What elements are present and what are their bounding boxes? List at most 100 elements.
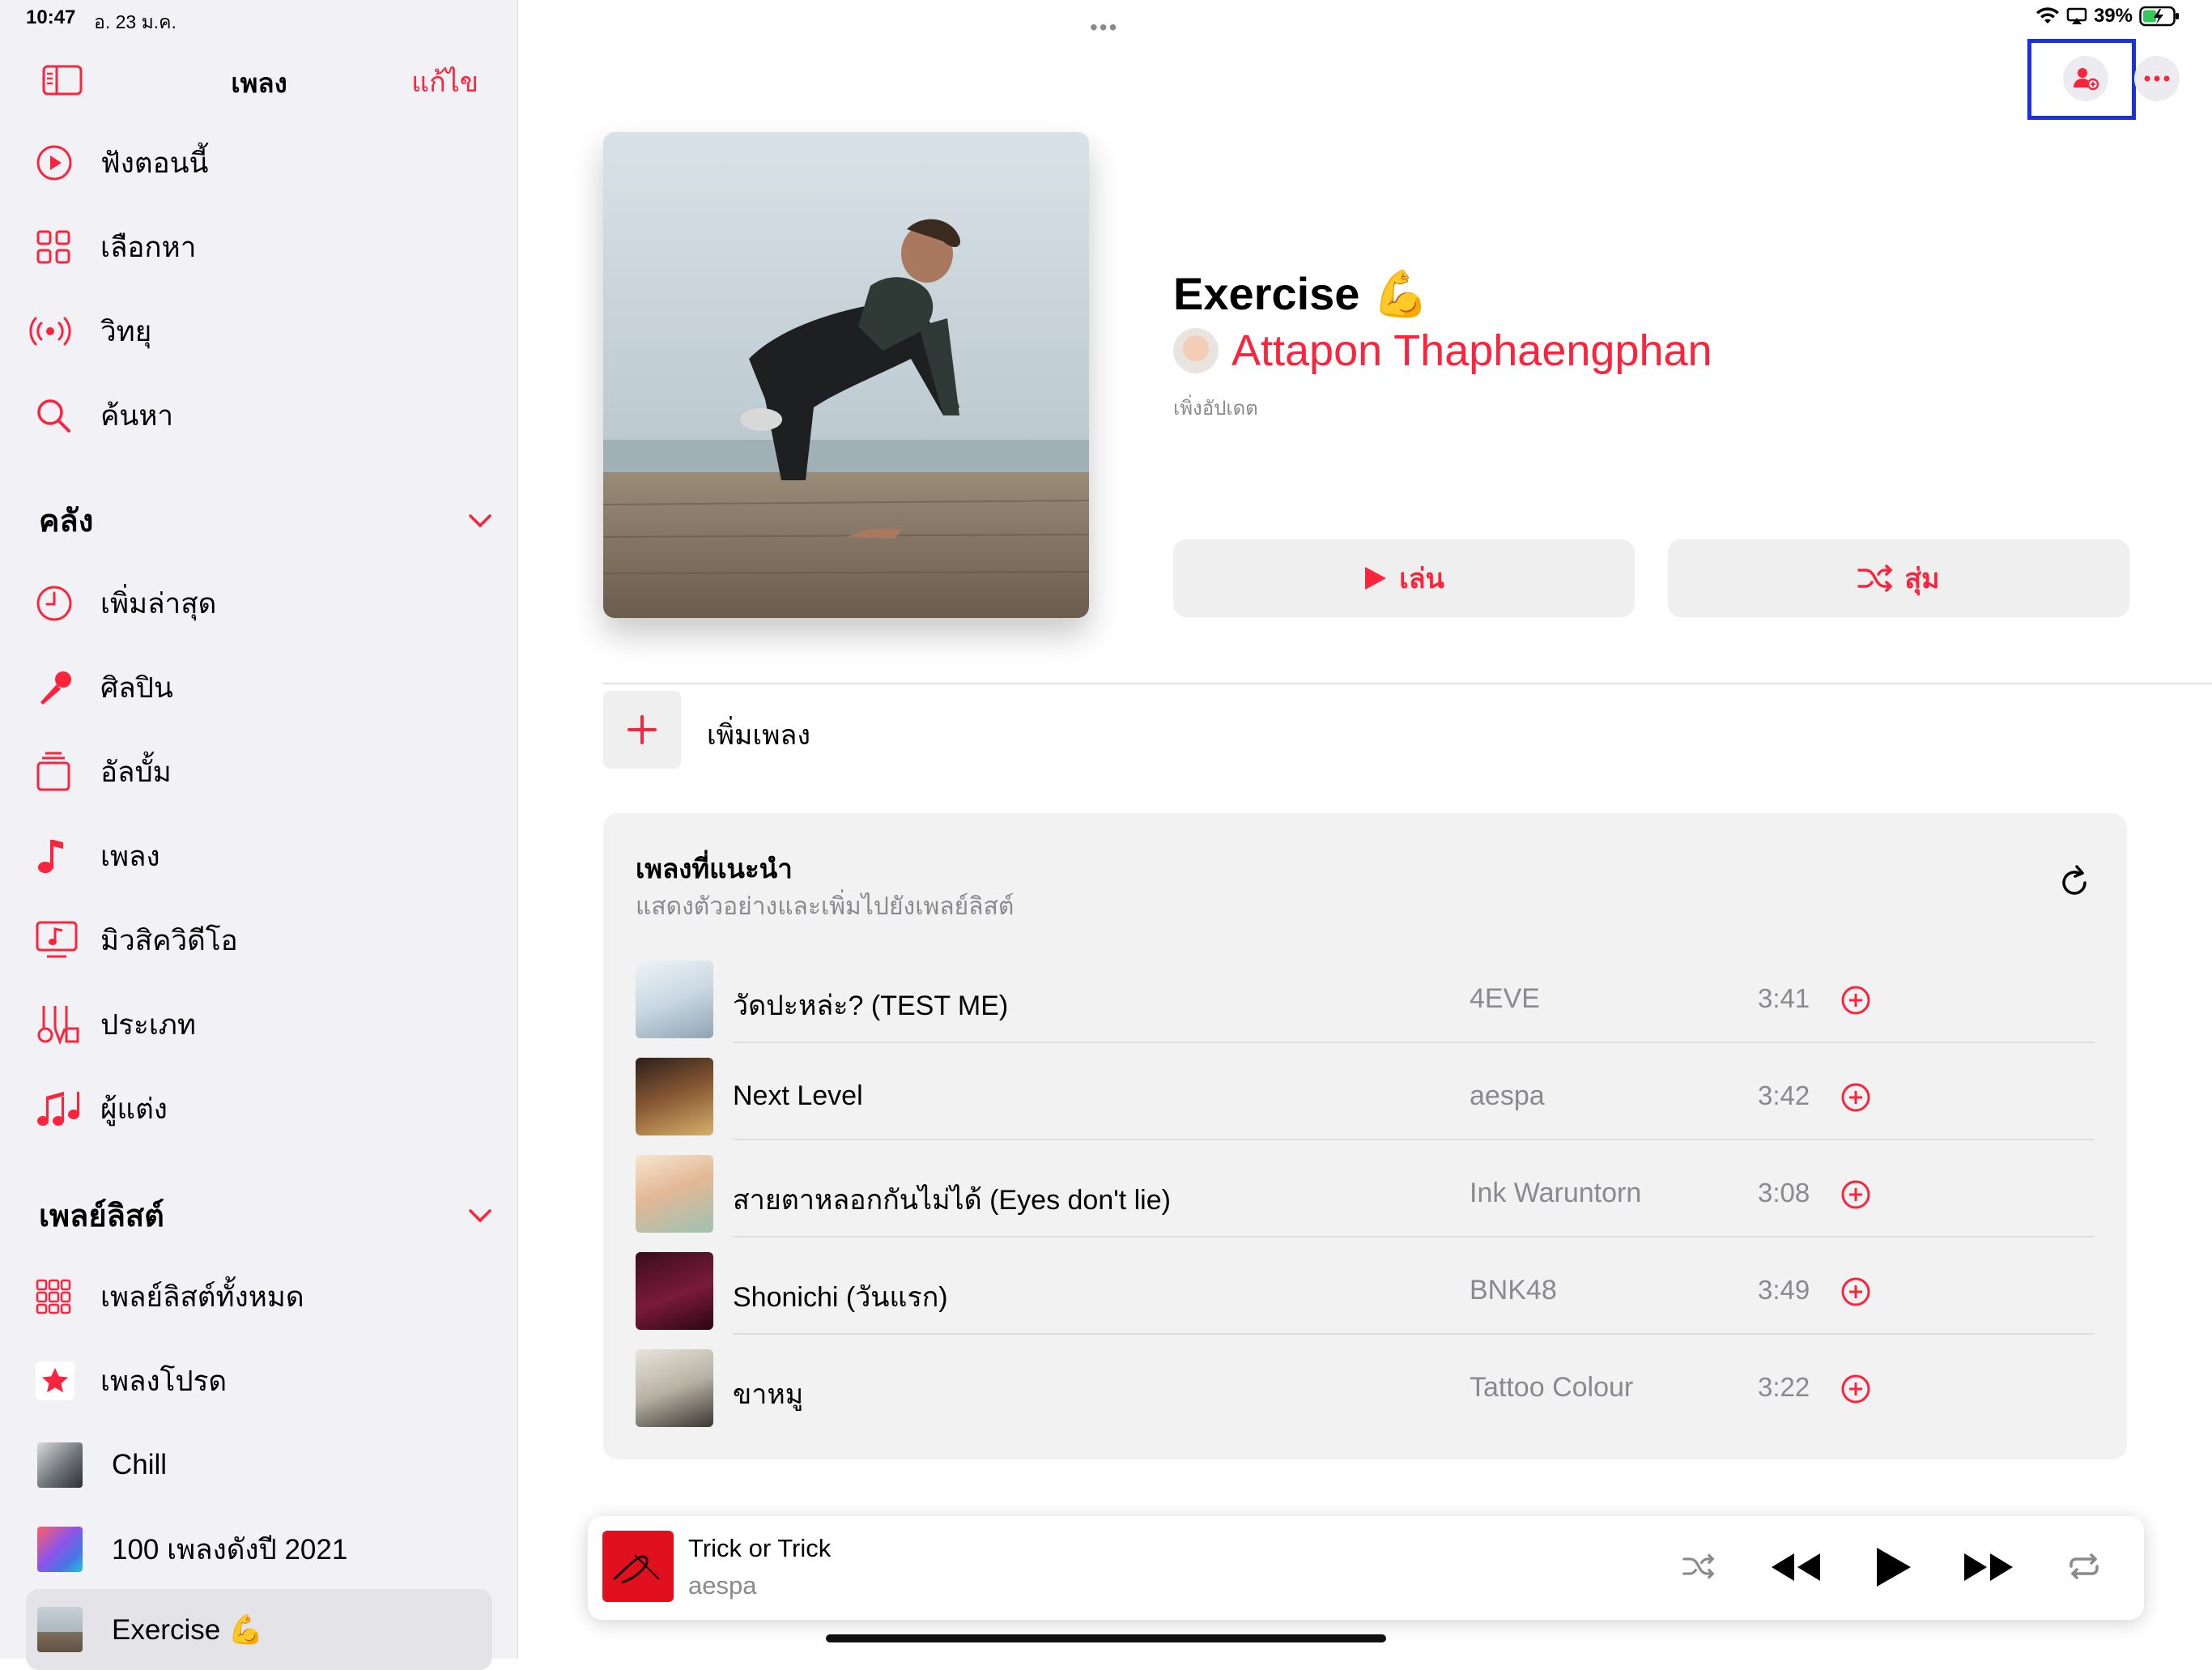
sidebar-item-recently-added[interactable]: เพิ่มล่าสุด bbox=[26, 567, 492, 640]
sidebar-item-composers[interactable]: ผู้แต่ง bbox=[26, 1072, 492, 1145]
refresh-icon[interactable] bbox=[2059, 863, 2091, 897]
track-artwork bbox=[636, 1349, 713, 1427]
track-artwork bbox=[636, 1252, 713, 1330]
play-button[interactable]: เล่น bbox=[1173, 539, 1635, 617]
sidebar-item-label: ประเภท bbox=[100, 1008, 196, 1041]
sidebar-item-playlist-exercise[interactable]: Exercise 💪 bbox=[26, 1589, 492, 1670]
now-playing-artist: aespa bbox=[688, 1571, 757, 1600]
track-title: Shonichi (วันแรก) bbox=[733, 1282, 948, 1313]
updated-label: เพิ่งอัปเดต bbox=[1173, 398, 1258, 420]
grid-icon bbox=[36, 230, 70, 264]
ellipsis-icon bbox=[2144, 75, 2170, 82]
add-songs-label[interactable]: เพิ่มเพลง bbox=[707, 713, 810, 756]
add-songs-button[interactable] bbox=[603, 691, 681, 769]
sidebar-item-label: เพลง bbox=[100, 840, 160, 872]
music-note-icon bbox=[38, 840, 63, 873]
clock-icon bbox=[36, 586, 72, 621]
track-artist: aespa bbox=[1470, 1080, 1545, 1111]
track-duration: 3:42 bbox=[1758, 1080, 1810, 1110]
status-date: อ. 23 ม.ค. bbox=[94, 11, 177, 32]
sidebar-item-listen-now[interactable]: ฟังตอนนี้ bbox=[26, 126, 492, 199]
add-track-icon[interactable] bbox=[1840, 1082, 1871, 1113]
sidebar-item-label: 100 เพลงดังปี 2021 bbox=[112, 1533, 348, 1566]
status-time: 10:47 bbox=[26, 6, 76, 28]
now-playing-title: Trick or Trick bbox=[688, 1534, 832, 1562]
track-row[interactable]: Next Level aespa 3:42 bbox=[636, 1043, 2095, 1140]
sidebar-item-songs[interactable]: เพลง bbox=[26, 820, 492, 893]
status-bar: 10:47 อ. 23 ม.ค. 39% bbox=[0, 0, 2212, 39]
sidebar-item-label: มิวสิควิดีโอ bbox=[100, 924, 238, 956]
playlists-section-header[interactable]: เพลย์ลิสต์ bbox=[39, 1191, 492, 1240]
add-track-icon[interactable] bbox=[1840, 985, 1871, 1016]
genres-icon bbox=[37, 1006, 79, 1045]
battery-percent: 39% bbox=[2093, 5, 2133, 27]
track-artwork bbox=[636, 961, 713, 1038]
sidebar-item-browse[interactable]: เลือกหา bbox=[26, 211, 492, 283]
track-duration: 3:49 bbox=[1758, 1275, 1810, 1305]
sidebar-item-label: Chill bbox=[112, 1449, 168, 1480]
sidebar-item-playlist-chill[interactable]: Chill bbox=[26, 1429, 492, 1502]
add-track-icon[interactable] bbox=[1840, 1276, 1871, 1307]
sidebar-item-label: เพลงโปรด bbox=[100, 1365, 228, 1397]
shuffle-button[interactable]: สุ่ม bbox=[1668, 539, 2129, 617]
sidebar-item-label: ฟังตอนนี้ bbox=[100, 147, 209, 179]
screen-mirroring-icon bbox=[2066, 7, 2087, 24]
sidebar-item-playlist-top100[interactable]: 100 เพลงดังปี 2021 bbox=[26, 1513, 492, 1586]
album-icon bbox=[36, 752, 70, 791]
sidebar-item-label: ค้นหา bbox=[100, 399, 174, 432]
sidebar-item-radio[interactable]: วิทยุ bbox=[26, 295, 492, 368]
add-track-icon[interactable] bbox=[1840, 1179, 1871, 1210]
sidebar-item-label: เพิ่มล่าสุด bbox=[100, 587, 217, 620]
sidebar-item-label: ศิลปิน bbox=[100, 671, 173, 704]
library-section-header[interactable]: คลัง bbox=[39, 496, 492, 545]
mini-player[interactable]: Trick or Trick aespa bbox=[588, 1516, 2144, 1620]
all-playlists-icon bbox=[36, 1279, 71, 1314]
sidebar-item-search[interactable]: ค้นหา bbox=[26, 379, 492, 452]
track-duration: 3:22 bbox=[1758, 1372, 1810, 1402]
track-row[interactable]: ขาหมู Tattoo Colour 3:22 bbox=[636, 1335, 2095, 1432]
music-video-icon bbox=[36, 921, 78, 958]
sidebar-item-label: อัลบั้ม bbox=[100, 756, 172, 788]
track-row[interactable]: Shonichi (วันแรก) BNK48 3:49 bbox=[636, 1238, 2095, 1335]
home-indicator[interactable] bbox=[826, 1634, 1386, 1642]
chevron-down-icon[interactable] bbox=[468, 513, 492, 528]
play-label: เล่น bbox=[1399, 564, 1444, 594]
repeat-icon[interactable] bbox=[2068, 1553, 2100, 1579]
playlist-artwork bbox=[603, 132, 1089, 618]
more-button[interactable] bbox=[2134, 56, 2180, 101]
battery-charging-icon bbox=[2139, 6, 2179, 27]
sidebar-item-all-playlists[interactable]: เพลย์ลิสต์ทั้งหมด bbox=[26, 1260, 492, 1333]
edit-button[interactable]: แก้ไข bbox=[411, 60, 479, 104]
highlight-box bbox=[2027, 39, 2136, 120]
play-icon[interactable] bbox=[1874, 1545, 1912, 1589]
composers-icon bbox=[37, 1092, 79, 1126]
track-artwork bbox=[636, 1058, 713, 1135]
sidebar-item-genres[interactable]: ประเภท bbox=[26, 988, 492, 1061]
library-header: คลัง bbox=[39, 505, 94, 539]
sidebar-item-albums[interactable]: อัลบั้ม bbox=[26, 735, 492, 808]
sidebar-item-favorites[interactable]: เพลงโปรด bbox=[26, 1344, 492, 1417]
add-track-icon[interactable] bbox=[1840, 1374, 1871, 1404]
playlist-thumb bbox=[37, 1607, 83, 1652]
play-icon bbox=[1365, 567, 1387, 590]
playlist-owner[interactable]: Attapon Thaphaengphan bbox=[1173, 326, 1712, 376]
sidebar-item-label: วิทยุ bbox=[100, 315, 152, 347]
owner-name: Attapon Thaphaengphan bbox=[1231, 326, 1712, 375]
recommended-title: เพลงที่แนะนำ bbox=[636, 854, 793, 884]
sidebar-item-music-videos[interactable]: มิวสิควิดีโอ bbox=[26, 904, 492, 977]
sidebar-item-artists[interactable]: ศิลปิน bbox=[26, 651, 492, 724]
shuffle-icon[interactable] bbox=[1682, 1553, 1715, 1579]
rewind-icon[interactable] bbox=[1770, 1552, 1822, 1583]
status-indicators: 39% bbox=[2035, 5, 2180, 28]
playlists-header: เพลย์ลิสต์ bbox=[39, 1199, 164, 1233]
chevron-down-icon[interactable] bbox=[468, 1208, 492, 1223]
recommended-subtitle: แสดงตัวอย่างและเพิ่มไปยังเพลย์ลิสต์ bbox=[636, 893, 1015, 920]
fast-forward-icon[interactable] bbox=[1963, 1552, 2014, 1583]
shuffle-label: สุ่ม bbox=[1904, 564, 1940, 594]
track-title: ขาหมู bbox=[733, 1379, 804, 1410]
recommended-songs-panel: เพลงที่แนะนำ แสดงตัวอย่างและเพิ่มไปยังเพ… bbox=[603, 813, 2127, 1459]
track-row[interactable]: สายตาหลอกกันไม่ได้ (Eyes don't lie) Ink … bbox=[636, 1140, 2095, 1238]
track-row[interactable]: วัดปะหล่ะ? (TEST ME) 4EVE 3:41 bbox=[636, 946, 2095, 1043]
play-circle-icon bbox=[36, 145, 72, 181]
track-artist: Ink Waruntorn bbox=[1470, 1178, 1642, 1208]
